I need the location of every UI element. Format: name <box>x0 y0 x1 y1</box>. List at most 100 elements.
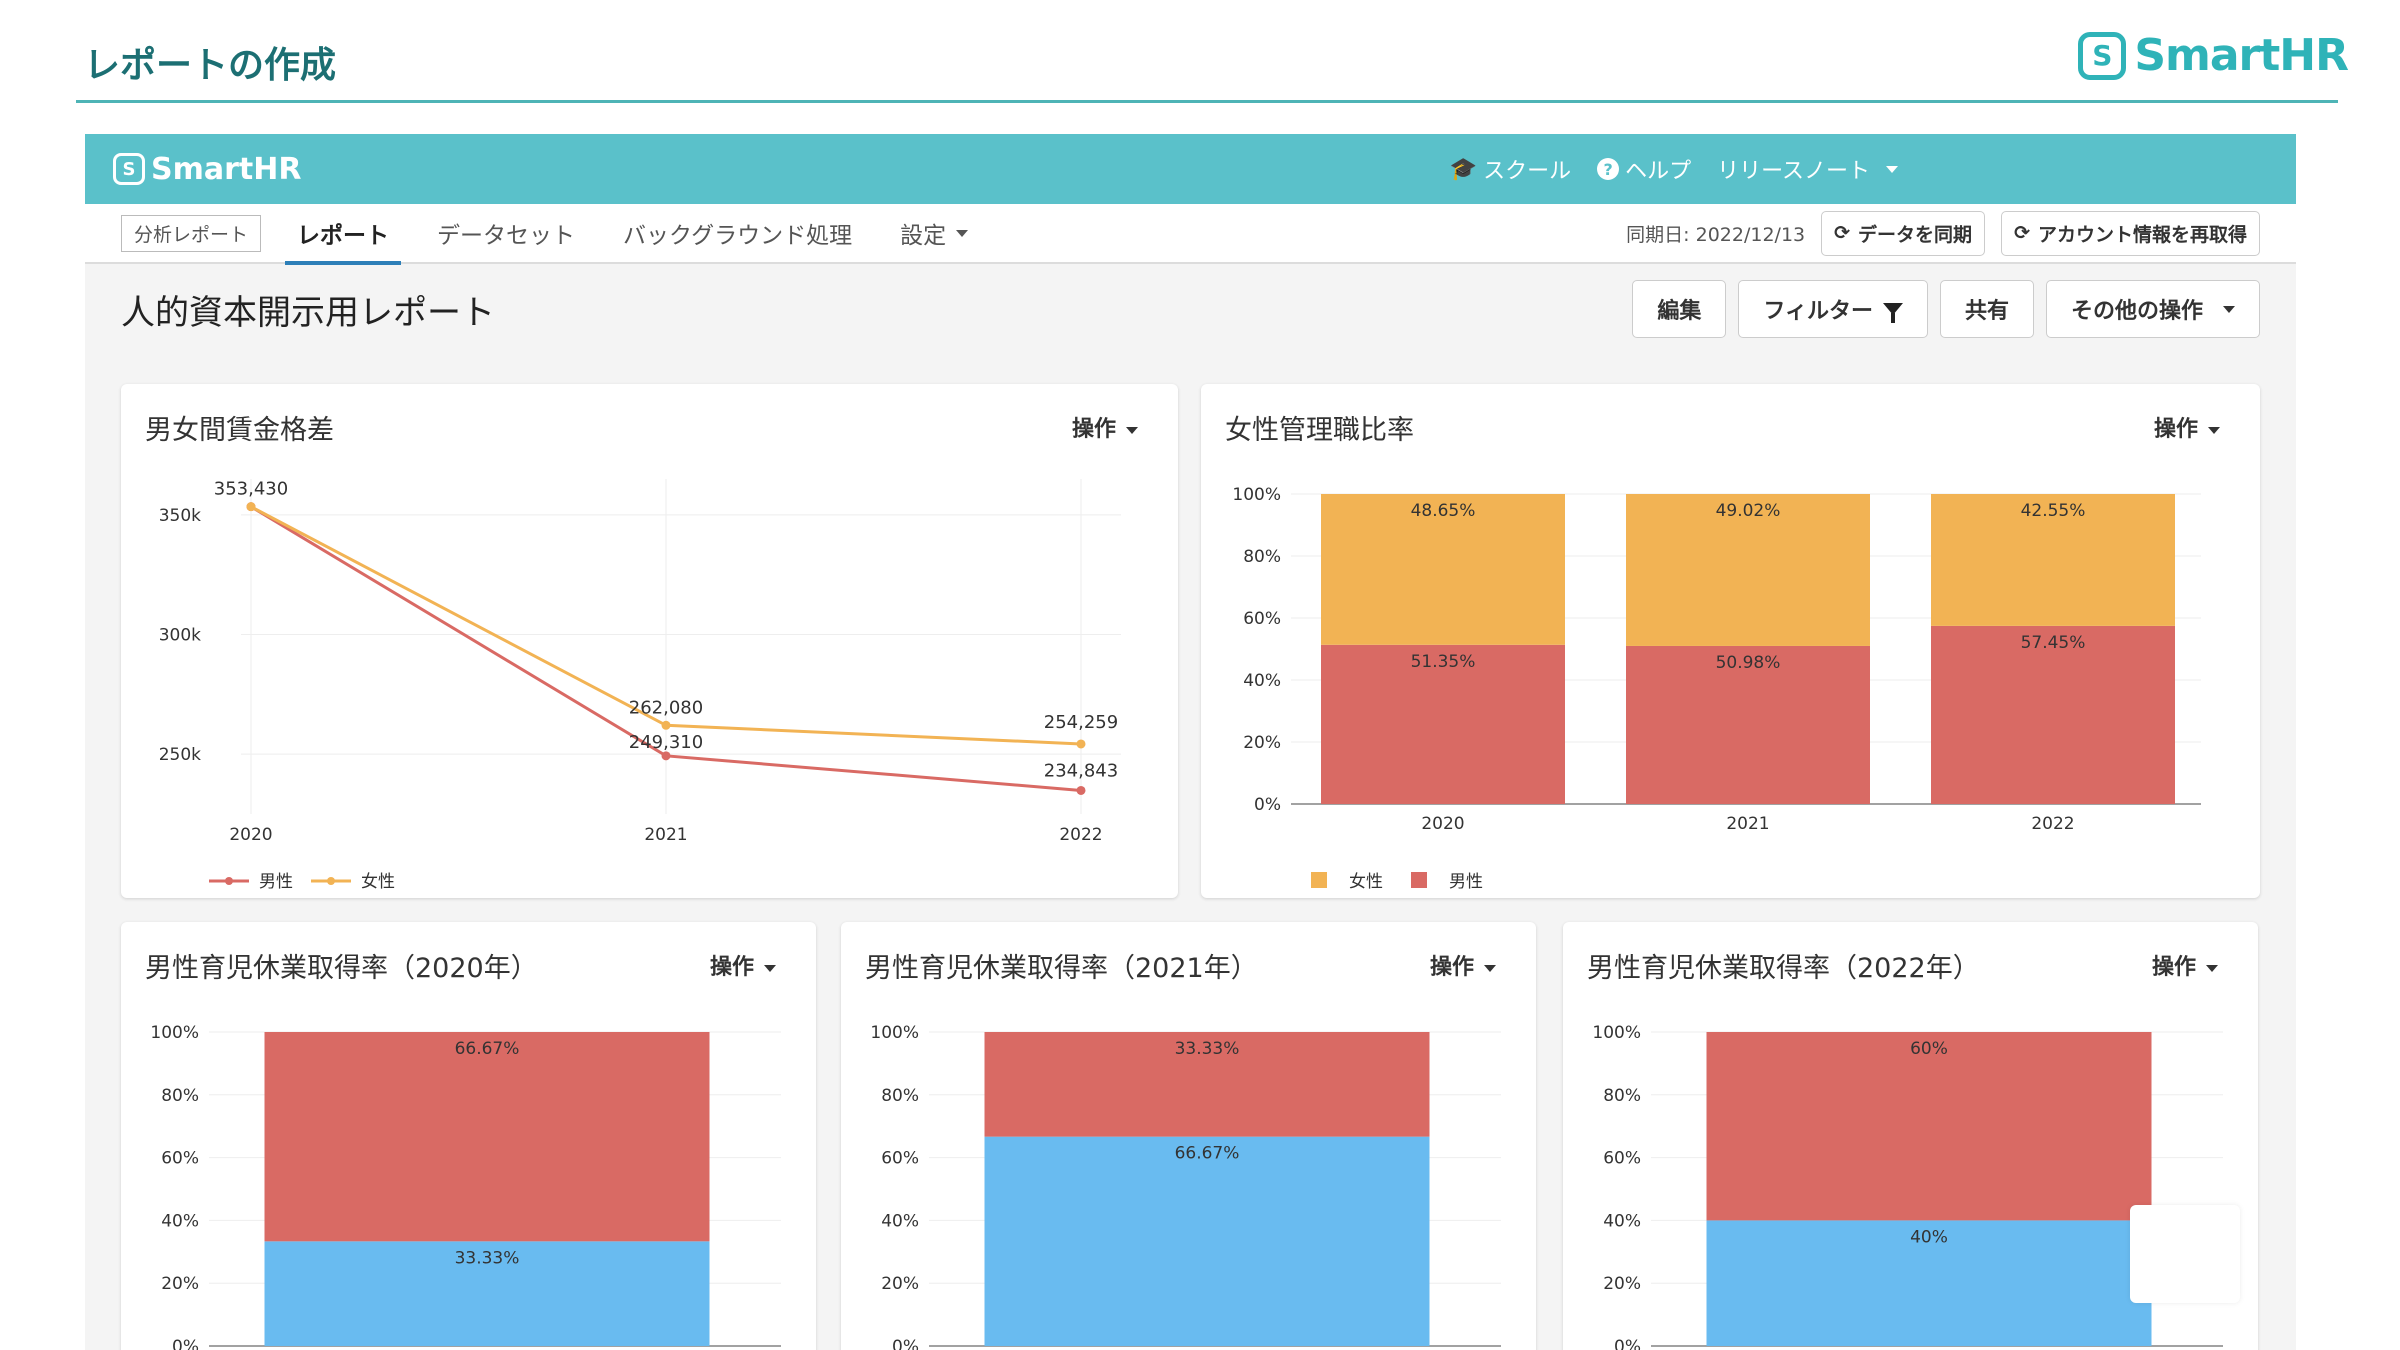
tab-analysis-report[interactable]: 分析レポート <box>121 215 261 252</box>
top-nav: 🎓 スクール ? ヘルプ リリースノート <box>1450 153 1898 185</box>
refresh-icon: ⟳ <box>1834 222 1850 244</box>
y-tick-label: 300k <box>159 626 201 646</box>
y-tick-label: 20% <box>1603 1274 1641 1294</box>
filter-button[interactable]: フィルター <box>1738 280 1928 338</box>
data-point <box>1077 786 1086 795</box>
data-label: 33.33% <box>455 1248 520 1268</box>
top-bar: S SmartHR 🎓 スクール ? ヘルプ リリースノート <box>85 134 2296 204</box>
card-leave-2021: 男性育児休業取得率（2021年） 操作 100%80%60%40%20%0%66… <box>841 922 1536 1350</box>
card-wage-gap: 男女間賃金格差 操作 350k300k250k202020212022353,4… <box>121 384 1178 898</box>
y-tick-label: 350k <box>159 506 201 526</box>
data-label: 249,310 <box>629 732 703 753</box>
tab-background[interactable]: バックグラウンド処理 <box>623 203 852 263</box>
tab-dataset[interactable]: データセット <box>437 203 575 263</box>
y-tick-label: 80% <box>881 1086 919 1106</box>
data-point <box>662 721 671 730</box>
y-tick-label: 20% <box>1243 733 1281 753</box>
y-tick-label: 0% <box>1614 1337 1641 1350</box>
slide-brand-logo: S SmartHR <box>2078 30 2348 81</box>
slide-title: レポートの作成 <box>84 36 336 88</box>
y-tick-label: 20% <box>881 1274 919 1294</box>
refetch-account-button[interactable]: ⟳ アカウント情報を再取得 <box>2001 211 2260 256</box>
x-tick-label: 2022 <box>2031 814 2074 834</box>
y-tick-label: 0% <box>1254 795 1281 815</box>
nav-help[interactable]: ? ヘルプ <box>1597 153 1691 185</box>
x-tick-label: 2020 <box>229 825 272 845</box>
y-tick-label: 80% <box>1243 547 1281 567</box>
floating-panel[interactable] <box>2130 1205 2240 1303</box>
tab-settings-label: 設定 <box>900 216 946 250</box>
y-tick-label: 0% <box>172 1337 199 1350</box>
edit-button[interactable]: 編集 <box>1632 280 1726 338</box>
data-point <box>1077 739 1086 748</box>
legend-swatch <box>1311 872 1327 888</box>
nav-school[interactable]: 🎓 スクール <box>1450 153 1571 185</box>
y-tick-label: 40% <box>161 1211 199 1231</box>
y-tick-label: 80% <box>1603 1086 1641 1106</box>
data-label: 66.67% <box>455 1039 520 1059</box>
nav-release-label: リリースノート <box>1717 153 1870 185</box>
legend-marker <box>225 877 233 885</box>
smarthr-logo-icon: S <box>2078 32 2126 80</box>
y-tick-label: 100% <box>1592 1023 1641 1043</box>
data-label: 234,843 <box>1044 760 1118 781</box>
app-brand-name: SmartHR <box>151 152 301 187</box>
tab-settings[interactable]: 設定 <box>900 203 968 263</box>
y-tick-label: 40% <box>881 1211 919 1231</box>
data-label: 57.45% <box>2021 633 2086 653</box>
nav-release-notes[interactable]: リリースノート <box>1717 153 1898 185</box>
slide-divider <box>76 100 2338 103</box>
chevron-down-icon <box>1886 166 1898 173</box>
y-tick-label: 60% <box>161 1149 199 1169</box>
more-actions-button[interactable]: その他の操作 <box>2046 280 2260 338</box>
bar-segment <box>265 1032 710 1241</box>
data-label: 66.67% <box>1175 1144 1240 1164</box>
nav-school-label: スクール <box>1483 153 1571 185</box>
y-tick-label: 100% <box>150 1023 199 1043</box>
filter-label: フィルター <box>1763 293 1873 325</box>
legend-marker <box>327 877 335 885</box>
y-tick-label: 100% <box>870 1023 919 1043</box>
legend-swatch <box>1411 872 1427 888</box>
leave-2021-chart: 100%80%60%40%20%0%66.67%33.33% <box>841 922 1536 1350</box>
y-tick-label: 40% <box>1603 1211 1641 1231</box>
help-circle-icon: ? <box>1597 158 1619 180</box>
legend-label: 男性 <box>259 872 293 892</box>
y-tick-label: 0% <box>892 1337 919 1350</box>
data-label: 33.33% <box>1175 1039 1240 1059</box>
smarthr-logo-icon: S <box>113 153 145 185</box>
app-logo[interactable]: S SmartHR <box>113 152 301 187</box>
y-tick-label: 250k <box>159 745 201 765</box>
legend-label: 女性 <box>1349 872 1383 892</box>
nav-help-label: ヘルプ <box>1625 153 1691 185</box>
data-label: 42.55% <box>2021 501 2086 521</box>
x-tick-label: 2021 <box>644 825 687 845</box>
legend-label: 男性 <box>1449 872 1483 892</box>
funnel-icon <box>1883 303 1903 315</box>
y-tick-label: 80% <box>161 1086 199 1106</box>
more-actions-label: その他の操作 <box>2071 293 2203 325</box>
sync-date: 同期日: 2022/12/13 <box>1626 220 1805 247</box>
data-label: 51.35% <box>1411 652 1476 672</box>
chevron-down-icon <box>2223 306 2235 313</box>
sync-data-button[interactable]: ⟳ データを同期 <box>1821 211 1985 256</box>
graduation-cap-icon: 🎓 <box>1450 157 1477 182</box>
refresh-icon: ⟳ <box>2014 222 2030 244</box>
x-tick-label: 2021 <box>1726 814 1769 834</box>
report-header: 人的資本開示用レポート 編集 フィルター 共有 その他の操作 <box>85 264 2296 354</box>
tab-report[interactable]: レポート <box>297 203 389 263</box>
data-point <box>247 502 256 511</box>
sync-data-label: データを同期 <box>1858 220 1972 247</box>
y-tick-label: 20% <box>161 1274 199 1294</box>
data-label: 49.02% <box>1716 501 1781 521</box>
app-window: S SmartHR 🎓 スクール ? ヘルプ リリースノート 分析レポート レポ… <box>85 134 2296 1350</box>
x-tick-label: 2020 <box>1421 814 1464 834</box>
y-tick-label: 100% <box>1232 485 1281 505</box>
refetch-account-label: アカウント情報を再取得 <box>2038 220 2247 247</box>
share-button[interactable]: 共有 <box>1940 280 2034 338</box>
legend-label: 女性 <box>361 872 395 892</box>
y-tick-label: 60% <box>1603 1149 1641 1169</box>
chevron-down-icon <box>956 230 968 237</box>
slide-brand-name: SmartHR <box>2134 30 2348 81</box>
bar-segment <box>985 1137 1430 1346</box>
